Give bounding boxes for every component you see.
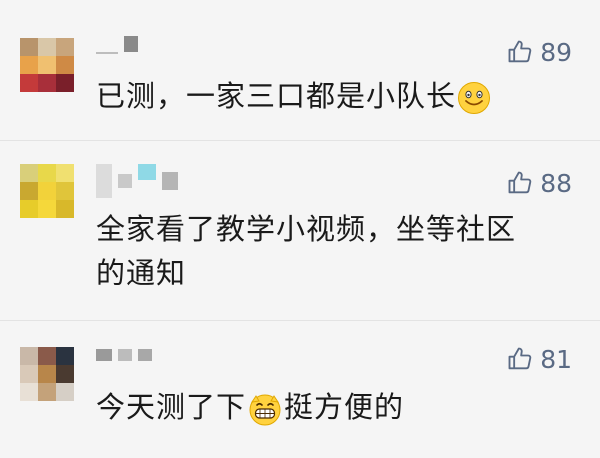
comment-item: 88 全家看了教学小视频，坐等社区 的通知 <box>0 141 600 319</box>
comment-item: 81 今天测了下 挺方便的 <box>0 321 600 458</box>
comment-text: 今天测了下 挺方便的 <box>96 385 576 429</box>
comment-text-line: 的通知 <box>96 256 187 290</box>
username-blurred[interactable] <box>96 349 152 379</box>
avatar[interactable] <box>20 164 74 218</box>
thumbs-up-icon <box>508 40 532 63</box>
comment-text-part: 今天测了下 <box>96 390 247 424</box>
comment-text-line: 全家看了教学小视频，坐等社区 <box>96 212 517 246</box>
comment-item: 89 已测，一家三口都是小队长 <box>0 0 600 140</box>
comment-text-part: 已测，一家三口都是小队长 <box>96 79 457 113</box>
avatar[interactable] <box>20 38 74 92</box>
like-button[interactable]: 88 <box>506 169 572 197</box>
like-count: 81 <box>540 344 572 374</box>
like-count: 88 <box>540 168 572 198</box>
grin-emoji-icon <box>249 394 281 426</box>
comment-text: 已测，一家三口都是小队长 <box>96 74 576 118</box>
thumbs-up-icon <box>508 347 532 370</box>
avatar[interactable] <box>20 347 74 401</box>
username-blurred[interactable] <box>96 164 178 198</box>
comment-text: 全家看了教学小视频，坐等社区 的通知 <box>96 207 576 295</box>
like-button[interactable]: 81 <box>506 345 572 373</box>
username-blurred[interactable] <box>96 36 138 66</box>
smile-emoji-icon <box>458 82 491 114</box>
like-count: 89 <box>540 37 572 67</box>
thumbs-up-icon <box>508 171 532 194</box>
like-button[interactable]: 89 <box>506 38 572 66</box>
comment-text-part: 挺方便的 <box>284 390 405 424</box>
